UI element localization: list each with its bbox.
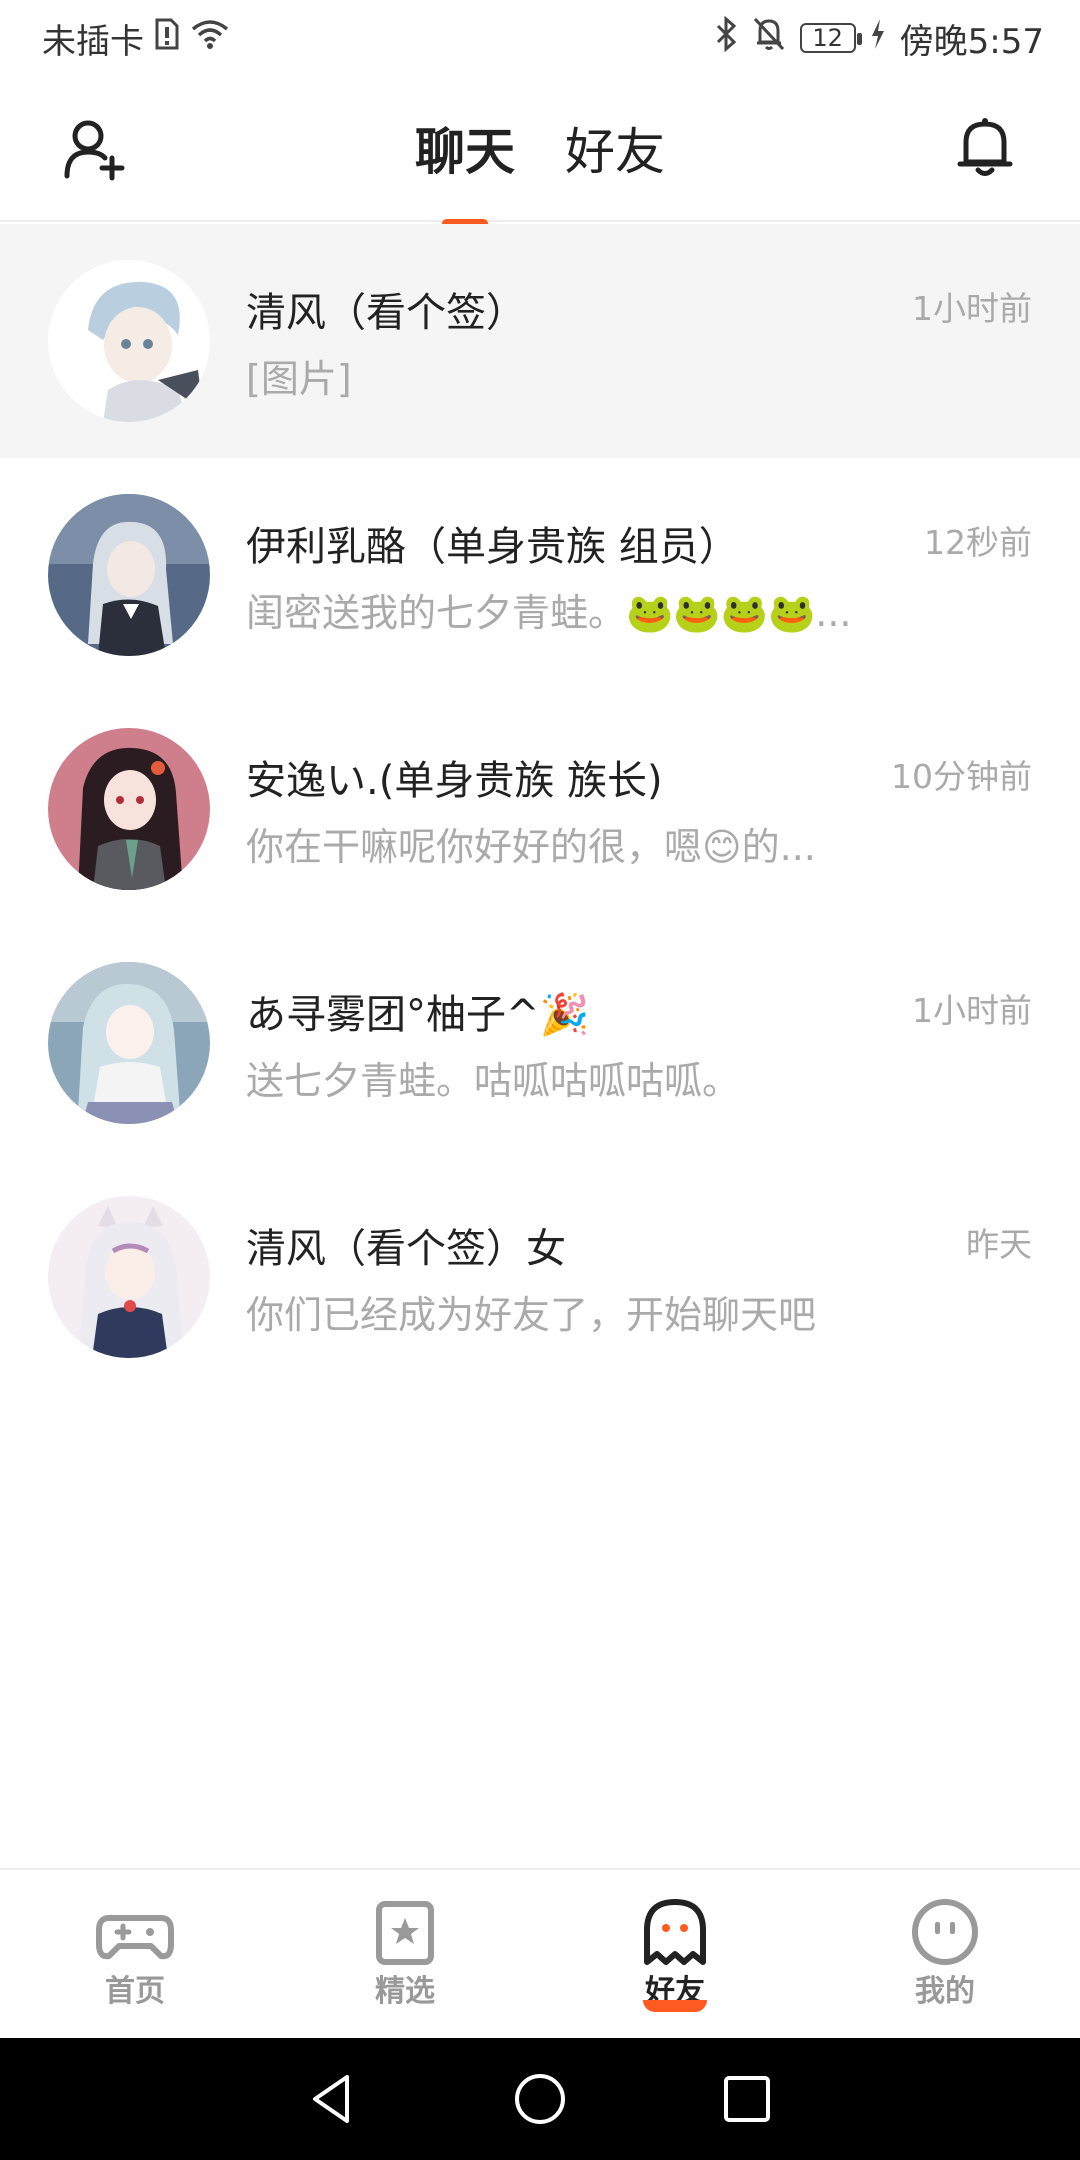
sim-icon	[154, 17, 180, 60]
tab-chat[interactable]: 聊天	[415, 112, 515, 228]
bluetooth-icon	[714, 15, 738, 61]
bottom-nav-me[interactable]: 我的	[810, 1870, 1080, 2038]
chat-message-preview: 你们已经成为好友了，开始聊天吧	[246, 1293, 817, 1337]
back-icon[interactable]	[303, 2069, 363, 2129]
gamepad-icon	[96, 1915, 174, 1960]
wifi-icon	[190, 17, 230, 60]
bottom-nav-featured[interactable]: 精选	[270, 1870, 540, 2038]
chat-item[interactable]: 清风（看个签）女 昨天 你们已经成为好友了，开始聊天吧	[0, 1160, 1080, 1394]
system-nav-bar	[0, 2038, 1080, 2160]
clock-text: 傍晚5:57	[899, 21, 1044, 62]
bottom-nav-featured-label: 精选	[375, 1974, 435, 2009]
chat-tabs: 聊天 好友	[0, 112, 1080, 228]
chat-time: 1小时前	[912, 991, 1032, 1030]
chat-name: 伊利乳酪（单身贵族 组员）	[246, 524, 739, 570]
chat-name: 安逸い.(单身贵族 族长)	[246, 758, 663, 804]
status-bar: 未插卡 12 傍晚5:57	[0, 0, 1080, 76]
chat-name: 清风（看个签）	[246, 290, 526, 336]
chat-item[interactable]: 安逸い.(单身贵族 族长) 10分钟前 你在干嘛呢你好好的很，嗯😊的...	[0, 692, 1080, 926]
chat-message-preview: 闺密送我的七夕青蛙。🐸🐸🐸🐸...	[246, 591, 852, 635]
status-left: 未插卡	[42, 14, 230, 63]
chat-item[interactable]: 清风（看个签） 1小时前 [图片]	[0, 224, 1080, 458]
mute-bell-icon	[752, 16, 786, 61]
chat-time: 1小时前	[912, 289, 1032, 328]
chat-time: 10分钟前	[891, 757, 1032, 796]
ghost-icon	[644, 1899, 706, 1965]
chat-name: あ寻雾团°柚子^🎉	[246, 992, 590, 1038]
bottom-nav-home[interactable]: 首页	[0, 1870, 270, 2038]
tab-chat-label: 聊天	[415, 123, 515, 181]
chat-item[interactable]: 伊利乳酪（单身贵族 组员） 12秒前 闺密送我的七夕青蛙。🐸🐸🐸🐸...	[0, 458, 1080, 692]
avatar[interactable]	[48, 494, 210, 656]
bottom-nav-home-label: 首页	[105, 1974, 165, 2009]
chat-name: 清风（看个签）女	[246, 1226, 566, 1272]
carrier-text: 未插卡	[42, 21, 144, 62]
chat-message-preview: [图片]	[246, 357, 352, 401]
chat-list: 清风（看个签） 1小时前 [图片] 伊利乳酪（单身贵族 组员） 12秒前 闺密送…	[0, 224, 1080, 1394]
top-nav: 聊天 好友	[0, 76, 1080, 228]
avatar[interactable]	[48, 962, 210, 1124]
charging-icon	[870, 18, 886, 58]
status-right: 12 傍晚5:57	[714, 14, 1044, 63]
chat-time: 12秒前	[924, 523, 1032, 562]
home-icon[interactable]	[510, 2069, 570, 2129]
avatar[interactable]	[48, 1196, 210, 1358]
chat-time: 昨天	[966, 1225, 1032, 1264]
star-card-icon	[376, 1901, 434, 1965]
bottom-nav: 首页 精选 好友 我的	[0, 1868, 1080, 2038]
bottom-nav-me-label: 我的	[915, 1974, 975, 2009]
bottom-nav-friends[interactable]: 好友	[540, 1870, 810, 2038]
tab-friends[interactable]: 好友	[565, 112, 665, 200]
chat-message-preview: 送七夕青蛙。咕呱咕呱咕呱。	[246, 1059, 741, 1103]
battery-icon: 12	[799, 23, 862, 53]
active-nav-indicator	[643, 2000, 707, 2012]
avatar[interactable]	[48, 260, 210, 422]
chat-message-preview: 你在干嘛呢你好好的很，嗯😊的...	[246, 825, 816, 869]
smiley-face-icon	[912, 1899, 978, 1965]
avatar[interactable]	[48, 728, 210, 890]
bell-icon[interactable]	[952, 114, 1018, 180]
chat-item[interactable]: あ寻雾团°柚子^🎉 1小时前 送七夕青蛙。咕呱咕呱咕呱。	[0, 926, 1080, 1160]
recents-icon[interactable]	[717, 2069, 777, 2129]
tab-friends-label: 好友	[565, 123, 665, 181]
